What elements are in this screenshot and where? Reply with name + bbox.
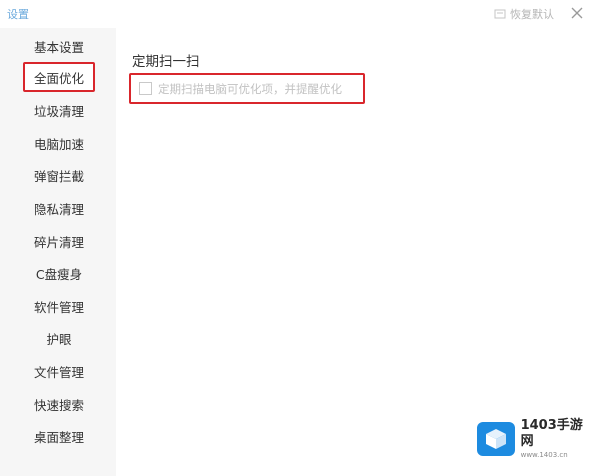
sidebar-item-eye-protection[interactable]: 护眼 xyxy=(23,323,95,353)
section-title: 定期扫一扫 xyxy=(132,54,200,70)
periodic-scan-option: 定期扫描电脑可优化项，并提醒优化 xyxy=(129,73,365,104)
sidebar-item-basic-settings[interactable]: 基本设置 xyxy=(23,31,95,61)
watermark-url: www.1403.cn xyxy=(520,451,568,459)
periodic-scan-label[interactable]: 定期扫描电脑可优化项，并提醒优化 xyxy=(158,81,342,97)
title-bar: 设置 恢复默认 xyxy=(0,0,596,28)
sidebar-item-c-drive-slimming[interactable]: C盘瘦身 xyxy=(23,258,95,288)
restore-defaults-button[interactable]: 恢复默认 xyxy=(494,6,554,22)
sidebar-item-full-optimization[interactable]: 全面优化 xyxy=(23,62,95,92)
sidebar-item-pc-speedup[interactable]: 电脑加速 xyxy=(23,128,95,158)
sidebar-item-quick-search[interactable]: 快速搜索 xyxy=(23,389,95,419)
sidebar-item-popup-blocking[interactable]: 弹窗拦截 xyxy=(23,160,95,190)
sidebar-item-junk-cleanup[interactable]: 垃圾清理 xyxy=(23,95,95,125)
watermark-logo: 1403手游网 www.1403.cn xyxy=(477,418,595,459)
restore-defaults-label: 恢复默认 xyxy=(510,8,554,21)
sidebar-item-software-management[interactable]: 软件管理 xyxy=(23,291,95,321)
sidebar-item-desktop-organize[interactable]: 桌面整理 xyxy=(23,421,95,451)
watermark-name: 1403手游网 xyxy=(520,418,583,449)
settings-sidebar: 基本设置 全面优化 垃圾清理 电脑加速 弹窗拦截 隐私清理 碎片清理 C盘瘦身 … xyxy=(0,28,116,476)
sidebar-item-privacy-cleanup[interactable]: 隐私清理 xyxy=(23,193,95,223)
close-icon[interactable] xyxy=(570,6,584,20)
window-title: 设置 xyxy=(7,8,29,21)
restore-icon xyxy=(494,9,506,19)
periodic-scan-checkbox[interactable] xyxy=(139,82,152,95)
cube-icon xyxy=(477,422,515,456)
sidebar-item-fragment-cleanup[interactable]: 碎片清理 xyxy=(23,226,95,256)
sidebar-item-file-management[interactable]: 文件管理 xyxy=(23,356,95,386)
